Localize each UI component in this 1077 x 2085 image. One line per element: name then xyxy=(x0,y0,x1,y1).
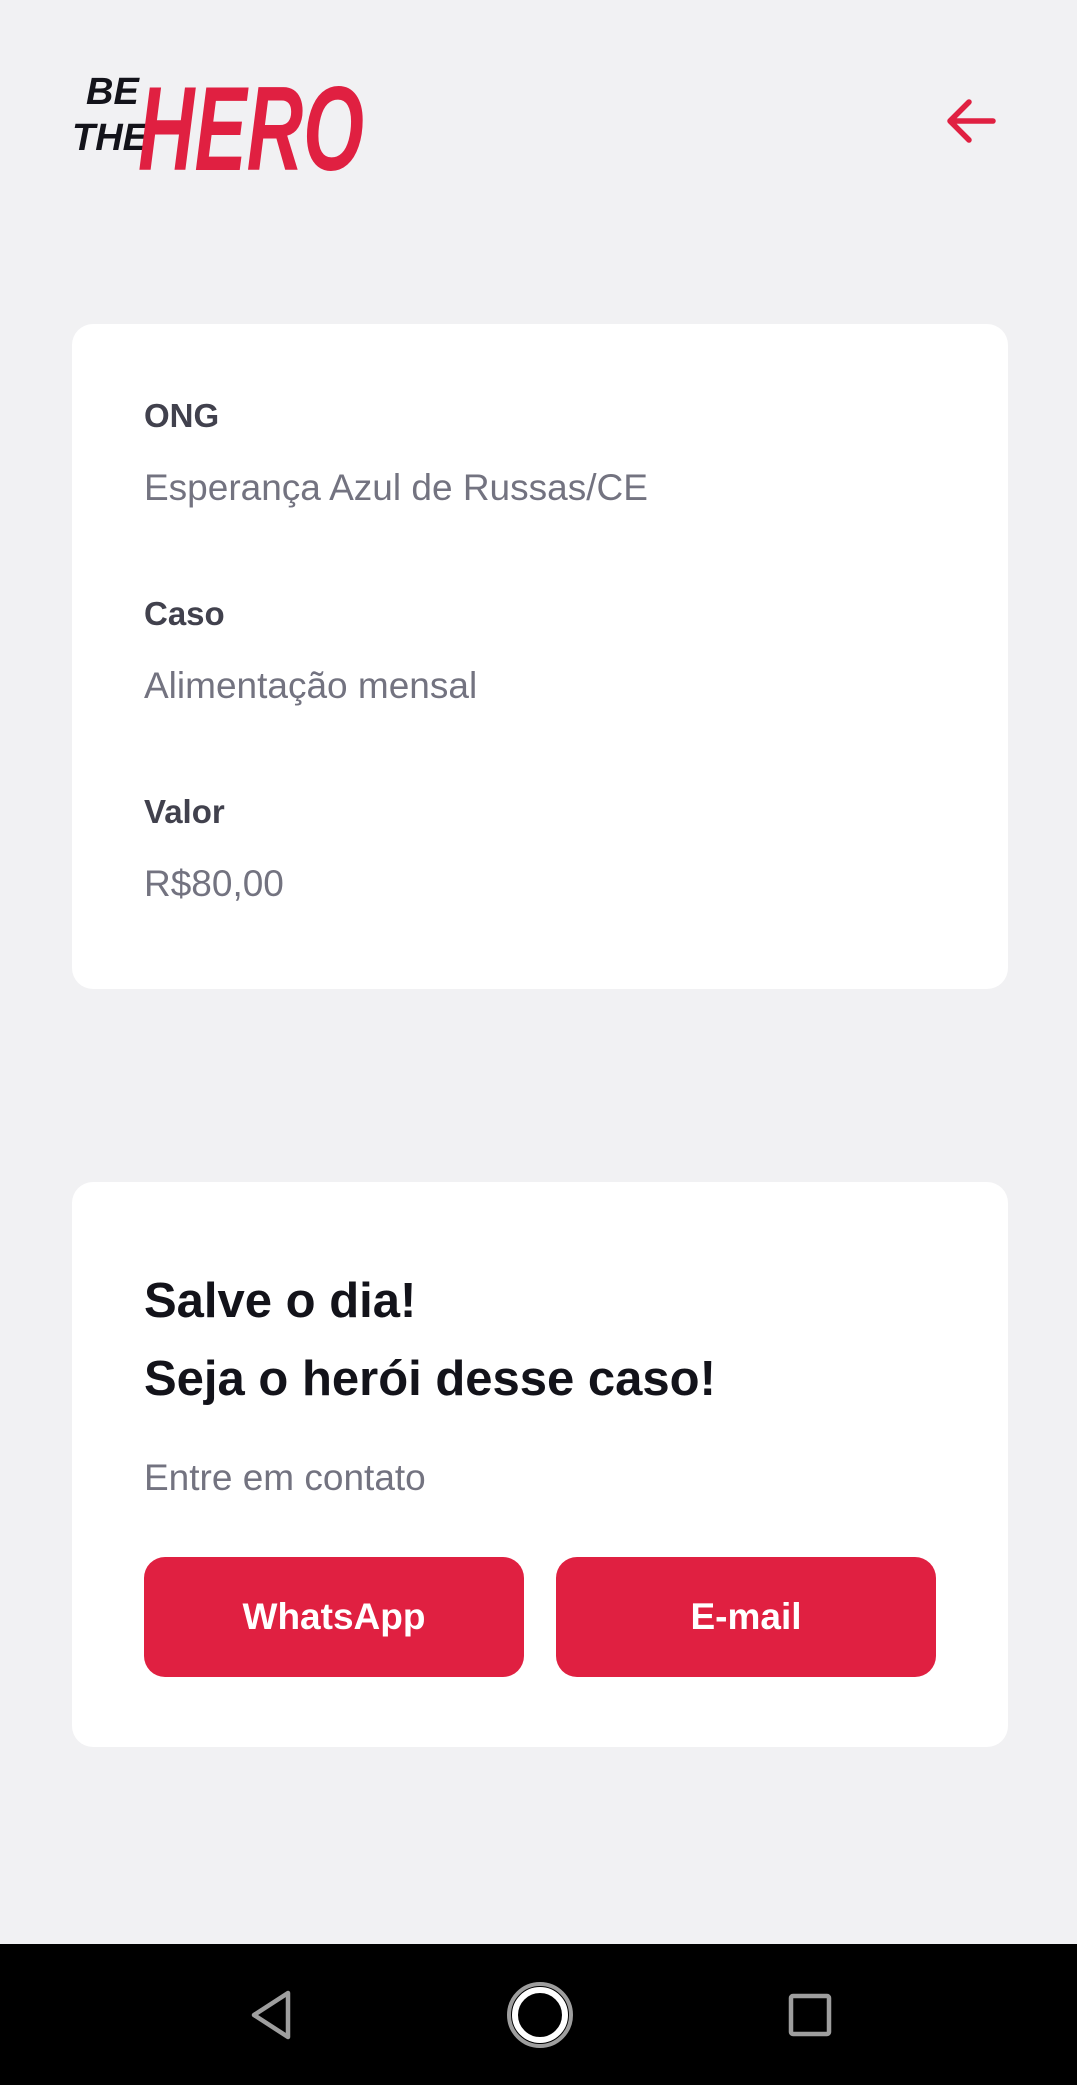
square-recents-icon xyxy=(788,1993,832,2036)
system-recents-button[interactable] xyxy=(755,1944,865,2085)
triangle-back-icon xyxy=(251,1990,291,2039)
whatsapp-button[interactable]: WhatsApp xyxy=(144,1557,524,1677)
arrow-left-icon xyxy=(947,99,996,143)
header: BE THE HERO xyxy=(72,58,1006,183)
value-amount: R$80,00 xyxy=(144,863,284,904)
ong-label: ONG xyxy=(144,397,220,434)
contact-hint: Entre em contato xyxy=(144,1457,426,1498)
system-back-button[interactable] xyxy=(216,1944,326,2085)
contact-actions: WhatsApp E-mail xyxy=(144,1557,936,1677)
case-label: Caso xyxy=(144,595,225,632)
case-value: Alimentação mensal xyxy=(144,665,478,706)
email-button[interactable]: E-mail xyxy=(556,1557,936,1677)
back-button[interactable] xyxy=(936,86,1006,156)
contact-title: Salve o dia! Seja o herói desse caso! xyxy=(144,1262,936,1418)
be-the-hero-logo: BE THE HERO xyxy=(72,58,372,183)
contact-title-line2: Seja o herói desse caso! xyxy=(144,1352,716,1406)
ong-value: Esperança Azul de Russas/CE xyxy=(144,467,648,508)
circle-home-icon xyxy=(507,1981,573,2048)
value-label: Valor xyxy=(144,793,225,830)
contact-title-line1: Salve o dia! xyxy=(144,1274,417,1328)
system-home-button[interactable] xyxy=(485,1944,595,2085)
incident-detail-screen: BE THE HERO ONG Esperança Azul de Russas… xyxy=(0,0,1077,2085)
logo-text-hero: HERO xyxy=(138,62,364,183)
ong-field: ONG Esperança Azul de Russas/CE xyxy=(144,396,936,510)
value-field: Valor R$80,00 xyxy=(144,792,936,906)
contact-card: Salve o dia! Seja o herói desse caso! En… xyxy=(72,1182,1008,1747)
system-navigation-bar xyxy=(0,1944,1077,2085)
incident-card: ONG Esperança Azul de Russas/CE Caso Ali… xyxy=(72,324,1008,989)
case-field: Caso Alimentação mensal xyxy=(144,594,936,708)
logo-text-be: BE xyxy=(86,71,140,113)
